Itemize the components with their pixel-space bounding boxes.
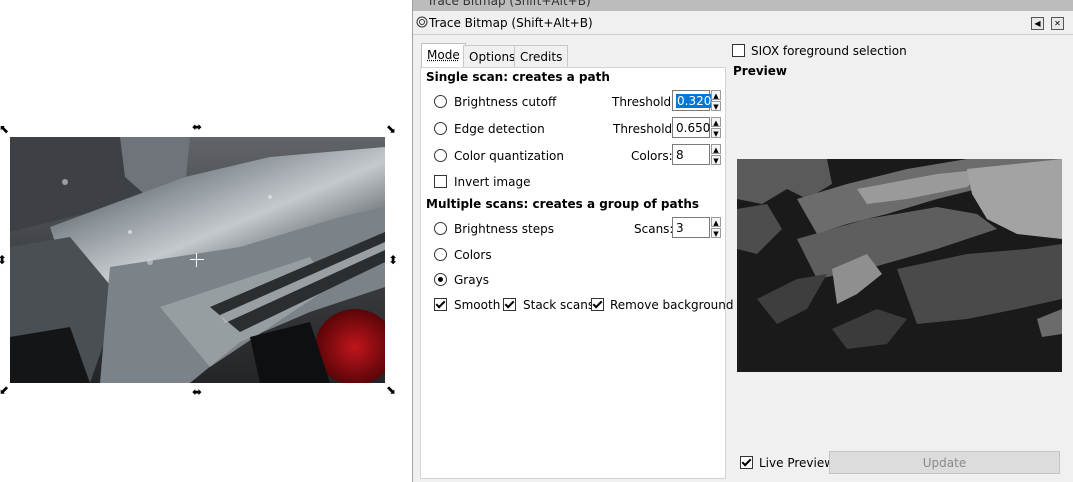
canvas-area[interactable]: ⬉ ⬌ ⬊ ⬍ ⬍ ⬋ ⬌ ⬊ xyxy=(0,0,412,482)
scale-handle-top-left[interactable]: ⬉ xyxy=(0,122,11,136)
tab-options[interactable]: Options xyxy=(463,45,521,67)
color-quantization-radio[interactable] xyxy=(434,149,447,162)
stepper-up-icon[interactable]: ▲ xyxy=(711,217,721,227)
tab-options-label: Options xyxy=(469,50,515,64)
trace-preview-art xyxy=(737,159,1062,372)
grays-radio[interactable] xyxy=(434,273,447,286)
scale-handle-bottom-left[interactable]: ⬋ xyxy=(0,383,11,397)
close-panel-button[interactable]: ✕ xyxy=(1051,17,1064,30)
invert-image-checkbox[interactable] xyxy=(434,175,447,188)
stepper-down-icon[interactable]: ▼ xyxy=(711,228,721,238)
scale-handle-bottom-right[interactable]: ⬊ xyxy=(384,383,398,397)
stack-scans-label[interactable]: Stack scans xyxy=(523,298,594,312)
scans-count-stepper[interactable]: ▲ ▼ xyxy=(711,217,721,238)
remove-background-label[interactable]: Remove background xyxy=(610,298,734,312)
tab-mode-label: Mode xyxy=(427,48,460,62)
preview-header: Preview xyxy=(733,64,787,78)
stepper-down-icon[interactable]: ▼ xyxy=(711,101,721,111)
edge-threshold-stepper[interactable]: ▲ ▼ xyxy=(711,117,721,138)
brightness-steps-radio[interactable] xyxy=(434,222,447,235)
scale-handle-top[interactable]: ⬌ xyxy=(190,120,204,134)
brightness-steps-label[interactable]: Brightness steps xyxy=(454,222,554,236)
rotation-center-marker[interactable] xyxy=(190,253,204,267)
tab-mode[interactable]: Mode xyxy=(421,43,466,68)
edge-threshold-value: 0.650 xyxy=(676,121,710,135)
stepper-down-icon[interactable]: ▼ xyxy=(711,128,721,138)
stepper-up-icon[interactable]: ▲ xyxy=(711,117,721,127)
trace-bitmap-icon xyxy=(416,16,428,28)
update-button[interactable]: Update xyxy=(829,451,1060,474)
brightness-threshold-stepper[interactable]: ▲ ▼ xyxy=(711,90,721,111)
brightness-cutoff-radio[interactable] xyxy=(434,95,447,108)
brightness-threshold-label: Threshold: xyxy=(612,95,675,109)
edge-detection-label[interactable]: Edge detection xyxy=(454,122,545,136)
trace-bitmap-dialog: Trace Bitmap (Shift+Alt+B) Trace Bitmap … xyxy=(412,0,1073,482)
trace-preview-image xyxy=(737,159,1062,372)
single-scan-header: Single scan: creates a path xyxy=(426,70,610,84)
scale-handle-right[interactable]: ⬍ xyxy=(386,253,400,267)
scale-handle-top-right[interactable]: ⬊ xyxy=(384,122,398,136)
color-quantization-label[interactable]: Color quantization xyxy=(454,149,564,163)
floating-window-title: Trace Bitmap (Shift+Alt+B) xyxy=(427,0,591,8)
scale-handle-bottom[interactable]: ⬌ xyxy=(190,385,204,399)
remove-background-checkbox[interactable] xyxy=(591,298,604,311)
scale-handle-left[interactable]: ⬍ xyxy=(0,253,9,267)
grays-label[interactable]: Grays xyxy=(454,273,489,287)
edge-detection-radio[interactable] xyxy=(434,122,447,135)
live-preview-checkbox[interactable] xyxy=(740,456,753,469)
brightness-cutoff-label[interactable]: Brightness cutoff xyxy=(454,95,556,109)
brightness-threshold-input[interactable]: 0.320 xyxy=(672,90,710,111)
siox-label[interactable]: SIOX foreground selection xyxy=(751,44,907,58)
scans-count-input[interactable]: 3 xyxy=(672,217,710,238)
smooth-label[interactable]: Smooth xyxy=(454,298,500,312)
tab-credits-label: Credits xyxy=(520,50,562,64)
dock-toggle-button[interactable]: ◀ xyxy=(1031,17,1044,30)
edge-threshold-input[interactable]: 0.650 xyxy=(672,117,710,138)
dialog-title: Trace Bitmap (Shift+Alt+B) xyxy=(429,16,593,30)
dialog-titlebar[interactable]: Trace Bitmap (Shift+Alt+B) ◀ ✕ xyxy=(413,12,1073,35)
colors-count-value: 8 xyxy=(676,148,684,162)
floating-window-titlebar[interactable]: Trace Bitmap (Shift+Alt+B) xyxy=(413,0,1073,11)
brightness-threshold-value: 0.320 xyxy=(676,94,712,108)
stepper-up-icon[interactable]: ▲ xyxy=(711,144,721,154)
multiple-scans-header: Multiple scans: creates a group of paths xyxy=(426,197,699,211)
siox-checkbox[interactable] xyxy=(732,44,745,57)
edge-threshold-label: Threshold: xyxy=(613,122,676,136)
colors-radio[interactable] xyxy=(434,248,447,261)
colors-count-input[interactable]: 8 xyxy=(672,144,710,165)
colors-label[interactable]: Colors xyxy=(454,248,492,262)
stepper-down-icon[interactable]: ▼ xyxy=(711,155,721,165)
colors-count-label: Colors: xyxy=(631,149,673,163)
stepper-up-icon[interactable]: ▲ xyxy=(711,90,721,100)
scans-count-label: Scans: xyxy=(634,222,673,236)
smooth-checkbox[interactable] xyxy=(434,298,447,311)
live-preview-label[interactable]: Live Preview xyxy=(759,456,834,470)
scans-count-value: 3 xyxy=(676,221,684,235)
tab-credits[interactable]: Credits xyxy=(514,45,568,67)
stack-scans-checkbox[interactable] xyxy=(503,298,516,311)
colors-count-stepper[interactable]: ▲ ▼ xyxy=(711,144,721,165)
invert-image-label[interactable]: Invert image xyxy=(454,175,530,189)
